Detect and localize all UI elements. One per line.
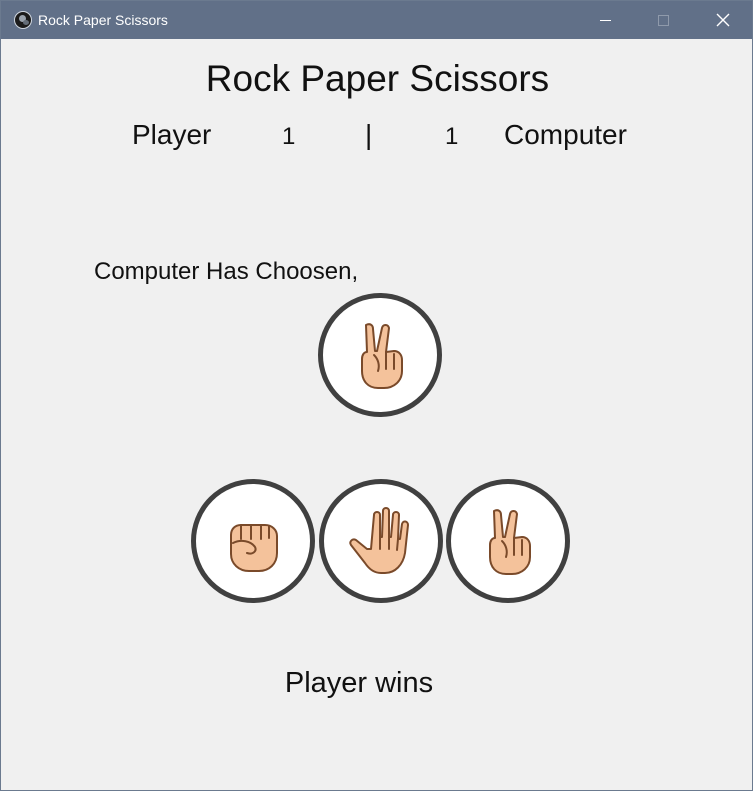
app-window: Rock Paper Scissors Rock Paper Scissors … — [0, 0, 753, 791]
computer-label: Computer — [504, 119, 627, 150]
app-icon — [14, 11, 32, 29]
computer-choice-display — [318, 293, 442, 417]
paper-button[interactable] — [319, 479, 443, 603]
score-separator: | — [365, 119, 373, 150]
computer-score: 1 — [445, 123, 459, 150]
scissors-hand-icon — [361, 323, 403, 389]
player-label: Player — [132, 119, 212, 150]
rock-button[interactable] — [191, 479, 315, 603]
computer-choice-label: Computer Has Choosen, — [94, 258, 359, 285]
game-title: Rock Paper Scissors — [205, 58, 550, 99]
player-score: 1 — [282, 123, 296, 150]
close-icon — [716, 13, 730, 27]
maximize-button[interactable] — [634, 1, 692, 39]
scissors-button[interactable] — [446, 479, 570, 603]
title-bar[interactable]: Rock Paper Scissors — [1, 1, 752, 39]
scissors-hand-icon — [489, 509, 531, 575]
maximize-icon — [657, 14, 669, 26]
minimize-icon — [599, 19, 611, 21]
minimize-button[interactable] — [576, 1, 634, 39]
rock-fist-icon — [230, 524, 278, 572]
result-text: Player wins — [284, 667, 434, 699]
paper-hand-icon — [349, 507, 409, 574]
close-button[interactable] — [694, 1, 752, 39]
window-title: Rock Paper Scissors — [38, 12, 168, 28]
